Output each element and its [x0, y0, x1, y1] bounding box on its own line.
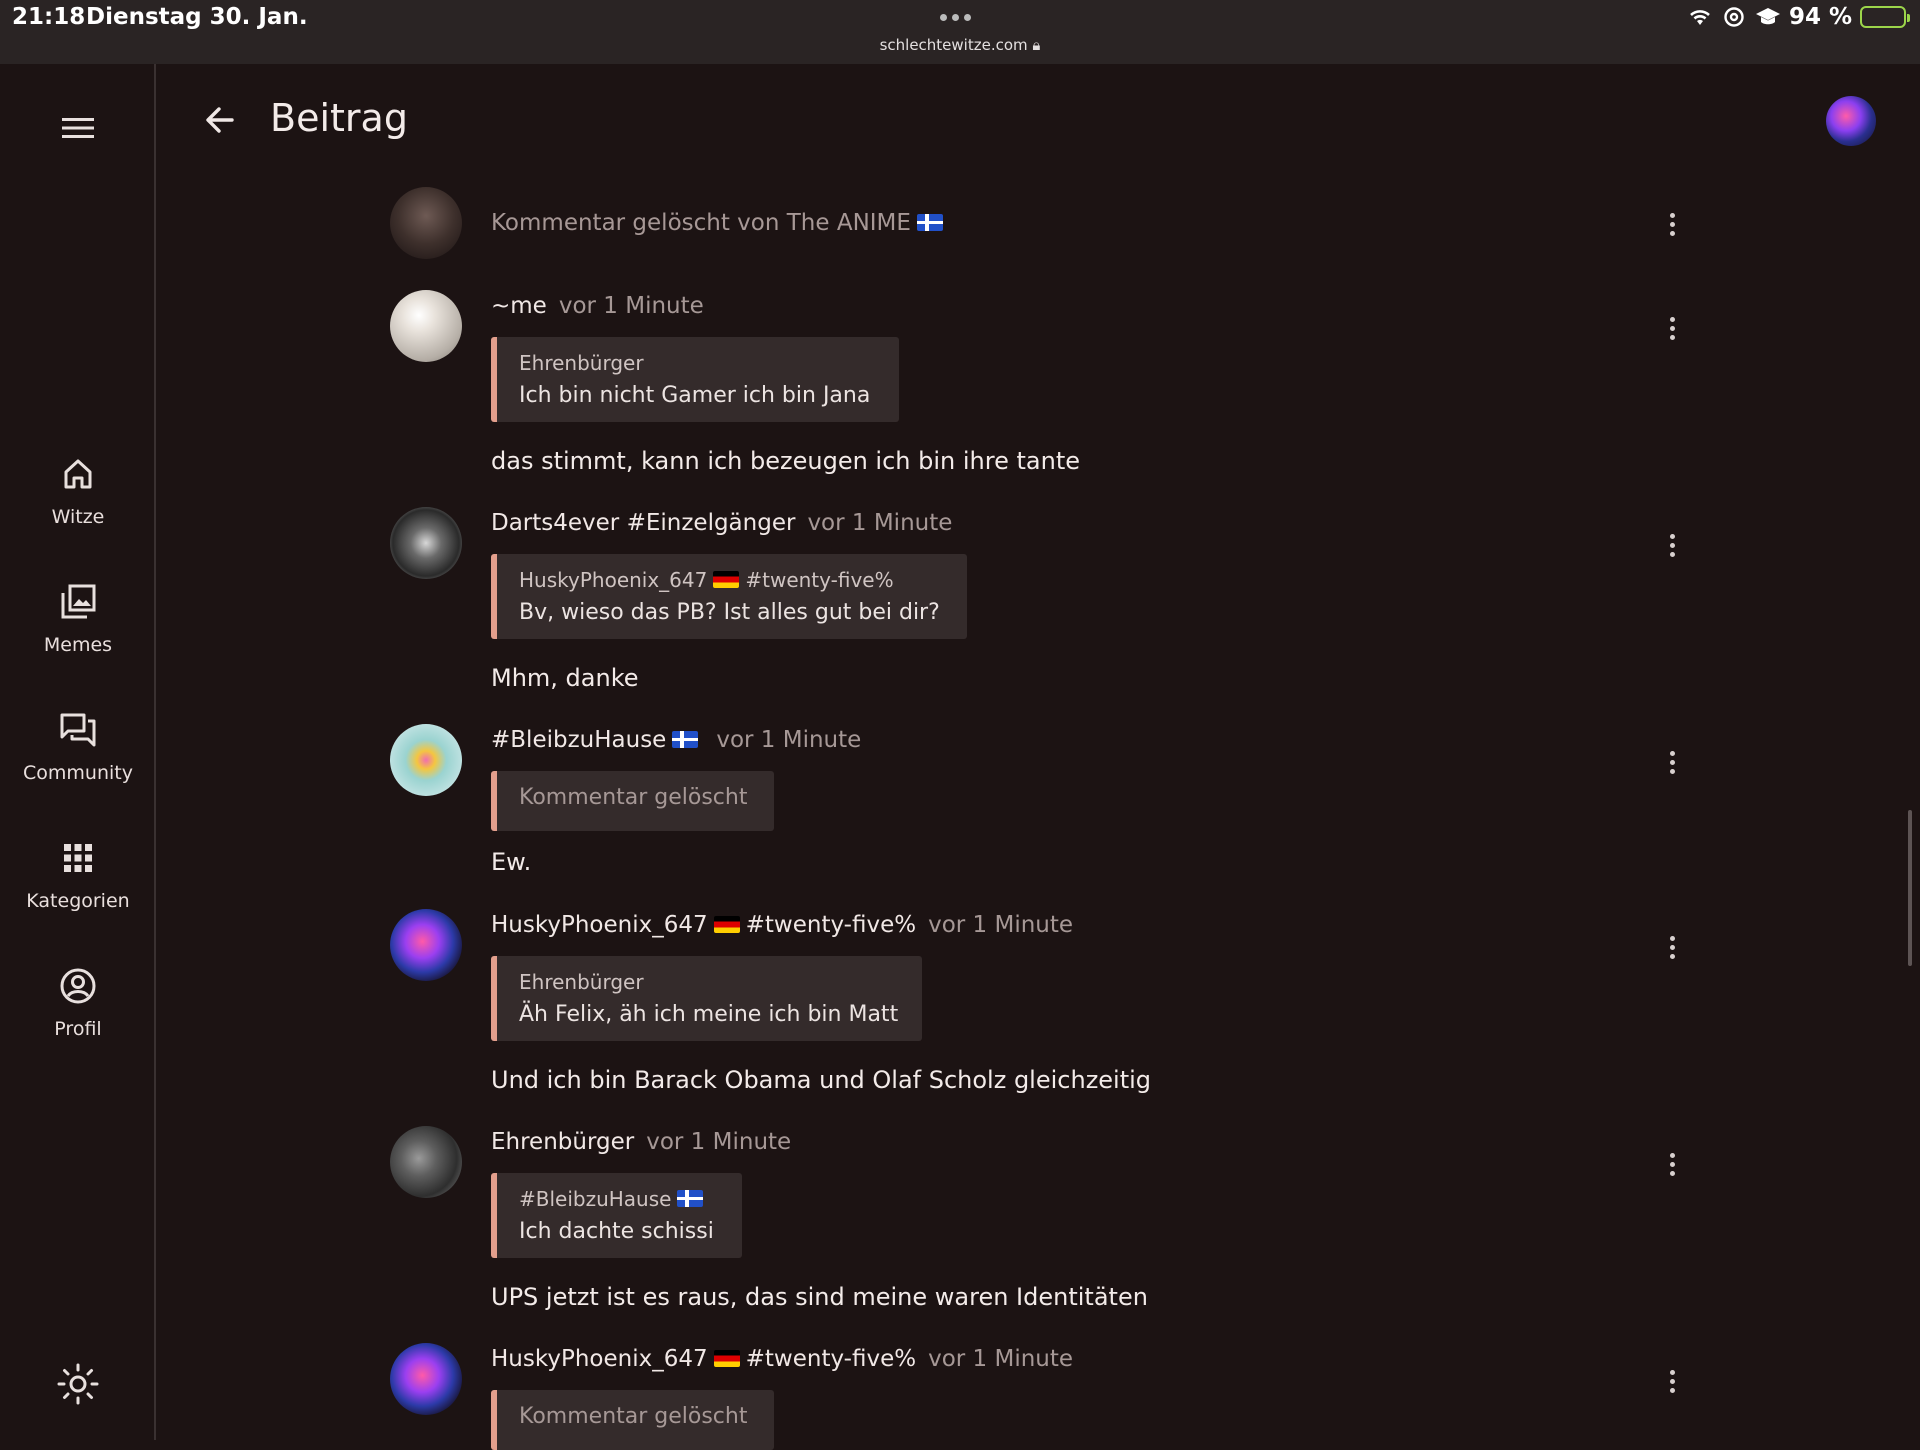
sun-icon[interactable]	[56, 1362, 100, 1406]
avatar[interactable]	[390, 187, 462, 259]
quote-text: Bv, wieso das PB? Ist alles gut bei dir?	[519, 600, 940, 625]
lock-icon: 🔒︎	[1032, 36, 1041, 54]
comment-body: Mhm, danke	[491, 664, 639, 692]
flag-icon	[672, 731, 699, 748]
quote-author: Ehrenbürger	[519, 970, 644, 994]
home-icon	[58, 454, 98, 494]
quoted-comment[interactable]: #BleibzuHause Ich dachte schissi	[491, 1173, 742, 1258]
status-date: Dienstag 30. Jan.	[86, 4, 308, 30]
comment-author-tag: #twenty-five%	[745, 1346, 917, 1372]
comment-body: Und ich bin Barack Obama und Olaf Scholz…	[491, 1066, 1152, 1094]
sidebar-item-label: Kategorien	[26, 890, 130, 912]
comment-time: vor 1 Minute	[928, 912, 1074, 938]
quote-author-tag: #twenty-five%	[745, 568, 894, 592]
sidebar: Witze Memes Community Kategorien Profil	[0, 64, 156, 1440]
quote-author: HuskyPhoenix_647	[519, 568, 708, 592]
status-icons: 94 %	[1687, 2, 1910, 32]
comment-author[interactable]: Ehrenbürger	[491, 1129, 634, 1155]
avatar[interactable]	[390, 290, 462, 362]
page-title: Beitrag	[270, 96, 408, 140]
comment-author[interactable]: Darts4ever #Einzelgänger	[491, 510, 795, 536]
hamburger-menu-icon[interactable]	[58, 108, 98, 148]
sidebar-item-label: Memes	[43, 634, 113, 656]
scrollbar-thumb[interactable]	[1908, 810, 1912, 966]
comment-author-tag: #twenty-five%	[745, 912, 917, 938]
sidebar-item-witze[interactable]: Witze	[0, 454, 156, 528]
graduation-cap-icon	[1755, 4, 1781, 30]
avatar[interactable]	[390, 507, 462, 579]
status-bar: 21:18 Dienstag 30. Jan. schlechtewitze.c…	[0, 0, 1920, 64]
flag-icon	[713, 916, 740, 933]
sidebar-item-label: Witze	[51, 506, 105, 528]
sidebar-item-label: Community	[23, 762, 133, 784]
at-icon	[1721, 4, 1747, 30]
flag-icon	[677, 1190, 704, 1207]
sidebar-item-kategorien[interactable]: Kategorien	[0, 838, 156, 912]
avatar[interactable]	[390, 1343, 462, 1415]
flag-icon	[713, 1350, 740, 1367]
quoted-comment[interactable]: HuskyPhoenix_647 #twenty-five% Bv, wieso …	[491, 554, 967, 639]
more-options-icon[interactable]	[1667, 1370, 1677, 1396]
quoted-comment[interactable]: Ehrenbürger Äh Felix, äh ich meine ich b…	[491, 956, 922, 1041]
avatar[interactable]	[390, 1126, 462, 1198]
comment-body: Ew.	[491, 848, 532, 876]
comment-time: vor 1 Minute	[807, 510, 953, 536]
battery-percent: 94 %	[1788, 4, 1852, 30]
quote-text: Äh Felix, äh ich meine ich bin Matt	[519, 1002, 899, 1027]
wifi-icon	[1687, 4, 1713, 30]
comment-author[interactable]: HuskyPhoenix_647	[491, 912, 708, 938]
more-options-icon[interactable]	[1667, 1153, 1677, 1179]
quote-text: Ich dachte schissi	[519, 1219, 714, 1244]
comment-body: UPS jetzt ist es raus, das sind meine wa…	[491, 1283, 1148, 1311]
battery-charging-icon	[1860, 6, 1910, 28]
comment-time: vor 1 Minute	[716, 727, 862, 753]
quote-text: Ich bin nicht Gamer ich bin Jana	[519, 383, 871, 408]
url-label[interactable]: schlechtewitze.com 🔒︎	[0, 36, 1920, 54]
arrow-left-icon[interactable]	[200, 100, 240, 140]
comment-author[interactable]: #BleibzuHause	[491, 727, 666, 753]
more-options-icon[interactable]	[1667, 534, 1677, 560]
more-options-icon[interactable]	[1667, 317, 1677, 343]
quote-deleted-text: Kommentar gelöscht	[519, 785, 748, 810]
comment-author[interactable]: HuskyPhoenix_647	[491, 1346, 708, 1372]
avatar[interactable]	[390, 724, 462, 796]
quoted-comment[interactable]: Kommentar gelöscht	[491, 771, 774, 831]
sidebar-item-profil[interactable]: Profil	[0, 966, 156, 1040]
image-gallery-icon	[58, 582, 98, 622]
user-avatar[interactable]	[1826, 96, 1876, 146]
profile-icon	[58, 966, 98, 1006]
comment-time: vor 1 Minute	[558, 293, 704, 319]
quote-author: Ehrenbürger	[519, 351, 644, 375]
more-options-icon[interactable]	[1667, 751, 1677, 777]
sidebar-item-memes[interactable]: Memes	[0, 582, 156, 656]
quote-deleted-text: Kommentar gelöscht	[519, 1404, 748, 1429]
more-options-icon[interactable]	[1667, 936, 1677, 962]
sidebar-item-community[interactable]: Community	[0, 710, 156, 784]
sidebar-item-label: Profil	[54, 1018, 102, 1040]
flag-icon	[916, 214, 943, 231]
multitasking-dots-icon[interactable]	[940, 6, 980, 26]
comment-author[interactable]: ~me	[491, 293, 547, 319]
quote-author: #BleibzuHause	[519, 1187, 672, 1211]
comment-time: vor 1 Minute	[928, 1346, 1074, 1372]
more-options-icon[interactable]	[1667, 213, 1677, 239]
comment-time: vor 1 Minute	[646, 1129, 792, 1155]
status-time: 21:18	[12, 4, 86, 30]
avatar[interactable]	[390, 909, 462, 981]
deleted-comment-text: Kommentar gelöscht von The ANIME	[491, 210, 911, 236]
flag-icon	[713, 571, 740, 588]
comment-body: das stimmt, kann ich bezeugen ich bin ih…	[491, 447, 1080, 475]
quoted-comment[interactable]: Ehrenbürger Ich bin nicht Gamer ich bin …	[491, 337, 899, 422]
chat-bubbles-icon	[58, 710, 98, 750]
quoted-comment[interactable]: Kommentar gelöscht	[491, 1390, 774, 1450]
grid-icon	[58, 838, 98, 878]
